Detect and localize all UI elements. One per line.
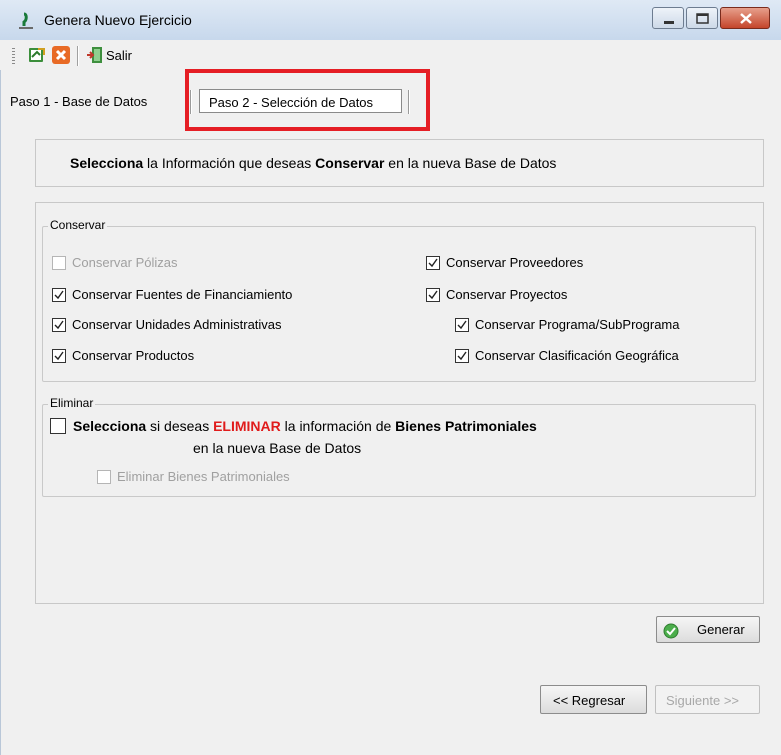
checkbox-box[interactable] bbox=[52, 318, 66, 332]
toolbar-grip[interactable] bbox=[12, 48, 15, 64]
exit-button-label[interactable]: Salir bbox=[106, 48, 132, 63]
checkbox-box[interactable] bbox=[455, 318, 469, 332]
checkbox-box[interactable] bbox=[455, 349, 469, 363]
eliminar-group-title: Eliminar bbox=[48, 396, 96, 410]
generate-excel-icon[interactable] bbox=[28, 46, 46, 64]
checkmark-icon bbox=[457, 320, 467, 330]
checkmark-icon bbox=[54, 320, 64, 330]
instruction-banner: Selecciona la Información que deseas Con… bbox=[35, 139, 764, 187]
eliminar-strong-selecciona: Selecciona bbox=[73, 418, 147, 434]
toolbar: Salir bbox=[0, 40, 781, 70]
checkbox-box[interactable] bbox=[426, 288, 440, 302]
checkbox-box[interactable] bbox=[97, 470, 111, 484]
instruction-text: Selecciona la Información que deseas Con… bbox=[70, 155, 556, 171]
checkmark-icon bbox=[54, 351, 64, 361]
eliminar-text-a: si deseas bbox=[146, 418, 214, 434]
checkbox-label: Conservar Fuentes de Financiamiento bbox=[72, 287, 293, 302]
eliminar-instruction-line2: en la nueva Base de Datos bbox=[193, 440, 362, 456]
checkbox-box[interactable] bbox=[52, 256, 66, 270]
checkbox-box[interactable] bbox=[52, 288, 66, 302]
eliminar-strong-bienes: Bienes Patrimoniales bbox=[395, 418, 537, 434]
main-window: Genera Nuevo Ejercicio Salir Paso 1 - Ba… bbox=[0, 0, 781, 755]
checkmark-icon bbox=[428, 290, 438, 300]
minimize-button[interactable] bbox=[652, 7, 684, 29]
checkmark-icon bbox=[457, 351, 467, 361]
exit-door-icon[interactable] bbox=[86, 46, 104, 64]
regresar-button-label: << Regresar bbox=[553, 693, 626, 708]
checkbox-label: Conservar Pólizas bbox=[72, 255, 178, 270]
instruction-strong-conservar: Conservar bbox=[315, 155, 385, 171]
siguiente-button[interactable]: Siguiente >> bbox=[655, 685, 760, 714]
checkbox-label: Conservar Unidades Administrativas bbox=[72, 317, 282, 332]
title-bar[interactable]: Genera Nuevo Ejercicio bbox=[0, 0, 781, 41]
checkbox-selecciona-eliminar[interactable] bbox=[50, 418, 66, 434]
highlight-annotation-box bbox=[185, 69, 430, 131]
checkmark-icon bbox=[54, 290, 64, 300]
regresar-button[interactable]: << Regresar bbox=[540, 685, 647, 714]
siguiente-button-label: Siguiente >> bbox=[666, 693, 740, 708]
instruction-text-mid: la Información que deseas bbox=[143, 155, 316, 171]
generar-button-label: Generar bbox=[697, 622, 745, 637]
checkbox-label: Conservar Productos bbox=[72, 348, 195, 363]
window-title: Genera Nuevo Ejercicio bbox=[44, 12, 192, 28]
minimize-icon bbox=[664, 21, 674, 24]
maximize-icon bbox=[696, 13, 709, 24]
check-circle-icon bbox=[663, 623, 679, 639]
checkbox-box[interactable] bbox=[52, 349, 66, 363]
checkbox-label: Conservar Programa/SubPrograma bbox=[475, 317, 680, 332]
checkbox-label: Conservar Proveedores bbox=[446, 255, 584, 270]
tab-paso-1[interactable]: Paso 1 - Base de Datos bbox=[10, 94, 147, 109]
app-logo-icon bbox=[19, 12, 33, 29]
instruction-text-end: en la nueva Base de Datos bbox=[384, 155, 557, 171]
cancel-icon[interactable] bbox=[52, 46, 70, 64]
close-icon bbox=[740, 13, 752, 24]
checkbox-box[interactable] bbox=[426, 256, 440, 270]
checkbox-label: Eliminar Bienes Patrimoniales bbox=[117, 469, 290, 484]
generar-button[interactable]: Generar bbox=[656, 616, 760, 643]
toolbar-separator bbox=[77, 46, 79, 66]
close-window-button[interactable] bbox=[720, 7, 770, 29]
eliminar-text-b: la información de bbox=[280, 418, 396, 434]
conservar-group-title: Conservar bbox=[48, 218, 108, 232]
instruction-strong-selecciona: Selecciona bbox=[70, 155, 144, 171]
checkmark-icon bbox=[428, 258, 438, 268]
eliminar-red-keyword: ELIMINAR bbox=[213, 418, 281, 434]
maximize-button[interactable] bbox=[686, 7, 718, 29]
window-left-border bbox=[0, 40, 1, 755]
checkbox-label: Conservar Proyectos bbox=[446, 287, 568, 302]
checkbox-label: Conservar Clasificación Geográfica bbox=[475, 348, 679, 363]
eliminar-instruction: Selecciona si deseas ELIMINAR la informa… bbox=[73, 418, 537, 434]
